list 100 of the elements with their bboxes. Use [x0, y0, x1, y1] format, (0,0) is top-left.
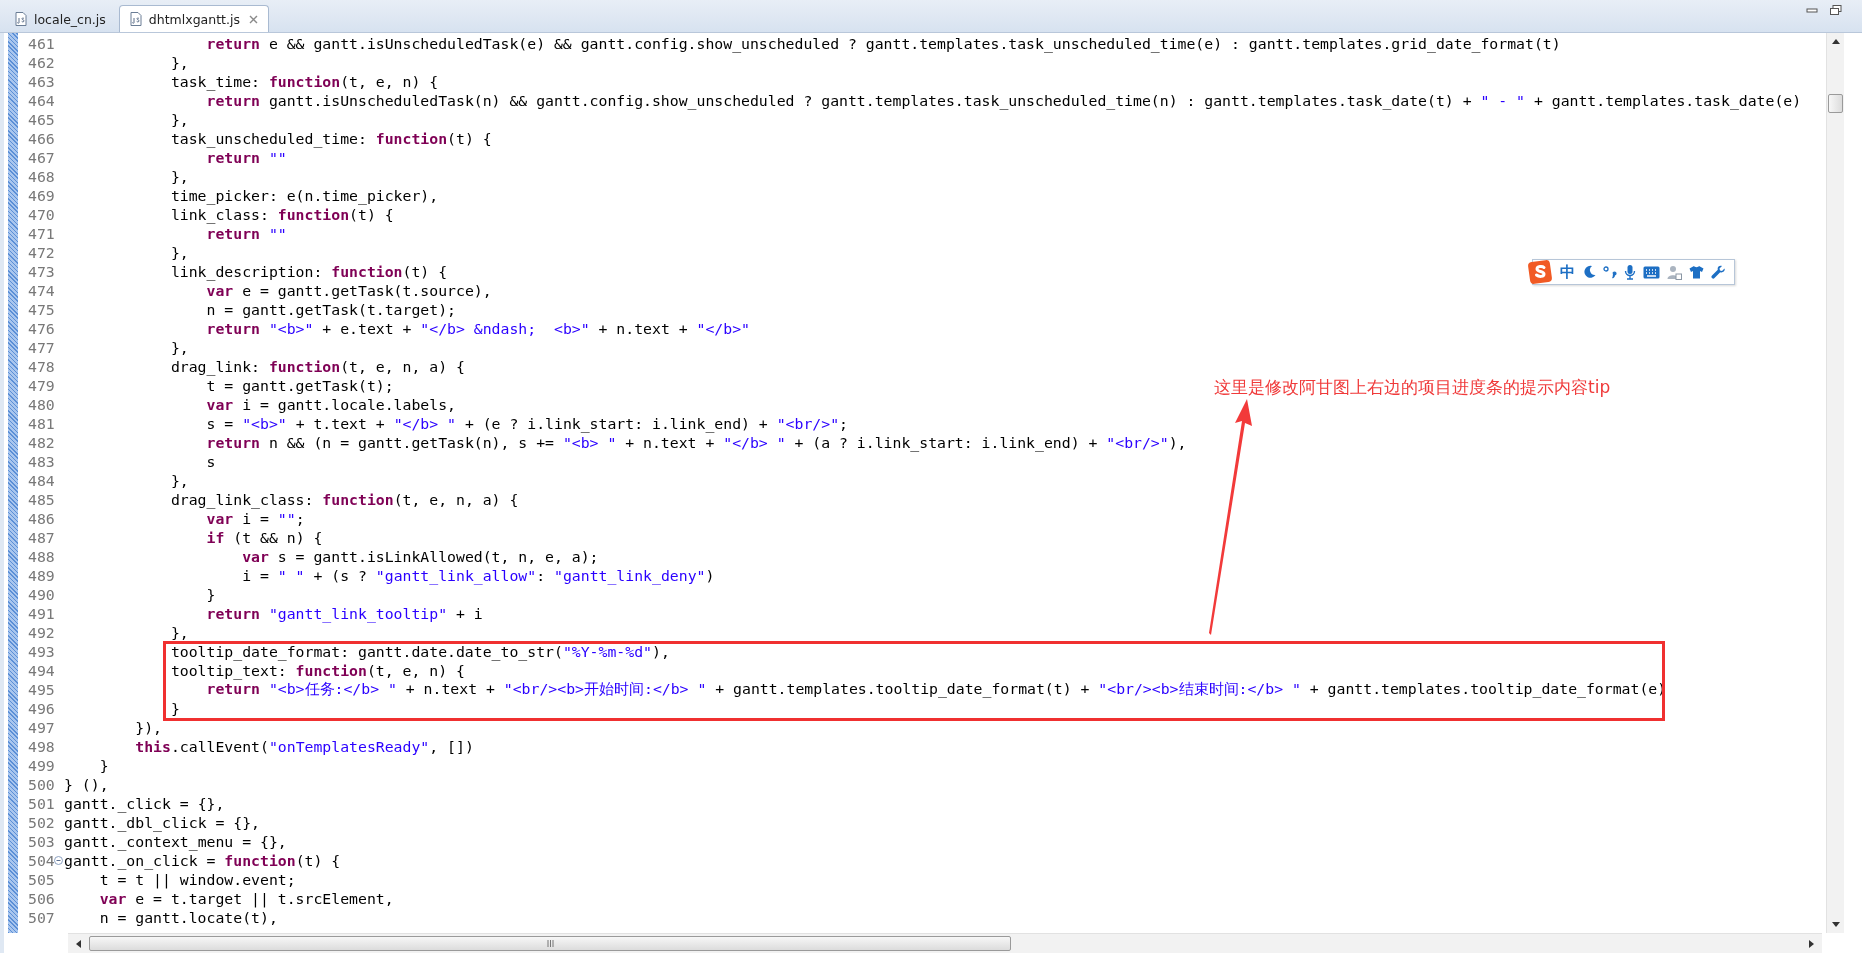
code-line: gantt._on_click = function(t) { — [64, 852, 341, 869]
horizontal-scrollbar[interactable] — [68, 933, 1822, 953]
collapse-icon[interactable] — [54, 856, 63, 865]
editor-tab[interactable]: locale_cn.js — [4, 5, 117, 32]
code-line: link_class: function(t) { — [170, 206, 394, 223]
code-line: var i = ""; — [206, 510, 305, 527]
code-line: n = gantt.locate(t), — [99, 909, 278, 926]
code-line: }, — [170, 339, 189, 356]
input-mode-toggle[interactable]: 中 — [1560, 262, 1575, 282]
code-line: task_time: function(t, e, n) { — [170, 73, 439, 90]
shirt-icon[interactable] — [1689, 265, 1704, 279]
line-number: 500 — [27, 776, 54, 793]
code-line: time_picker: e(n.time_picker), — [170, 187, 439, 204]
code-line: gantt._dbl_click = {}, — [64, 814, 260, 831]
code-line: gantt._click = {}, — [64, 795, 225, 812]
line-number: 464 — [27, 92, 54, 109]
code-line: link_description: function(t) { — [170, 263, 448, 280]
line-number: 487 — [27, 529, 54, 546]
line-number: 493 — [27, 643, 54, 660]
js-file-icon — [15, 12, 27, 26]
code-line: }, — [170, 472, 189, 489]
line-number: 498 — [27, 738, 54, 755]
code-line: }, — [170, 244, 189, 261]
grip-icon — [546, 940, 554, 947]
line-number: 471 — [27, 225, 54, 242]
line-number: 480 — [27, 396, 54, 413]
line-number: 466 — [27, 130, 54, 147]
line-number: 491 — [27, 605, 54, 622]
line-number: 467 — [27, 149, 54, 166]
code-line: if (t && n) { — [206, 529, 323, 546]
vertical-scrollbar[interactable] — [1826, 33, 1844, 933]
code-line: return gantt.isUnscheduledTask(n) && gantt.config.show_unscheduled ? gantt.templates.task_unscheduled_time(n) : gantt.templates.task_date(t) + " - " + gantt.templates.task_date(e) — [206, 92, 1802, 109]
code-line: }, — [170, 624, 189, 641]
code-line: drag_link_class: function(t, e, n, a) { — [170, 491, 519, 508]
code-line: var s = gantt.isLinkAllowed(t, n, e, a); — [242, 548, 599, 565]
line-number: 475 — [27, 301, 54, 318]
code-line: n = gantt.getTask(t.target); — [206, 301, 456, 318]
restore-icon[interactable] — [1830, 5, 1842, 15]
line-number: 478 — [27, 358, 54, 375]
line-number: 481 — [27, 415, 54, 432]
code-line: t = t || window.event; — [99, 871, 296, 888]
line-number: 485 — [27, 491, 54, 508]
microphone-icon[interactable] — [1624, 264, 1636, 280]
line-number: 470 — [27, 206, 54, 223]
line-number: 468 — [27, 168, 54, 185]
code-line: return "<b>" + e.text + "</b> &ndash; <b>" + n.text + "</b>" — [206, 320, 750, 337]
user-icon[interactable] — [1667, 264, 1682, 280]
code-line: } (), — [64, 776, 109, 793]
scroll-thumb[interactable] — [89, 936, 1011, 951]
code-line: i = " " + (s ? "gantt_link_allow": "gantt_link_deny") — [242, 567, 715, 584]
line-number: 469 — [27, 187, 54, 204]
line-number: 486 — [27, 510, 54, 527]
line-number: 488 — [27, 548, 54, 565]
code-line: return "<b>任务:</b> " + n.text + "<br/><b>开始时间:</b> " + gantt.templates.tooltip_date_format(t) + "<br/><b>结束时间:</b> " + gantt.templates.tooltip_date_format(e) — [206, 680, 1667, 699]
code-line: return "" — [206, 149, 287, 166]
line-number: 496 — [27, 700, 54, 717]
line-number: 461 — [27, 35, 54, 52]
line-number: 495 — [27, 681, 54, 698]
editor-tab[interactable]: dhtmlxgantt.js — [118, 5, 269, 32]
code-line: }, — [170, 54, 189, 71]
ime-logo-icon[interactable] — [1527, 259, 1553, 285]
line-number: 482 — [27, 434, 54, 451]
scroll-down-icon[interactable] — [1831, 922, 1840, 927]
code-line: task_unscheduled_time: function(t) { — [170, 130, 492, 147]
scroll-right-icon[interactable] — [1809, 939, 1814, 948]
scroll-up-icon[interactable] — [1831, 39, 1840, 44]
line-number: 497 — [27, 719, 54, 736]
line-number: 504 — [27, 852, 54, 869]
line-number: 501 — [27, 795, 54, 812]
punctuation-icon[interactable] — [1603, 265, 1617, 279]
line-number: 503 — [27, 833, 54, 850]
line-number: 505 — [27, 871, 54, 888]
code-line: }, — [170, 111, 189, 128]
code-line: return "" — [206, 225, 287, 242]
line-number: 473 — [27, 263, 54, 280]
code-line: } — [99, 757, 109, 774]
close-icon[interactable] — [248, 14, 258, 24]
minimize-icon[interactable] — [1806, 5, 1818, 15]
wrench-icon[interactable] — [1711, 264, 1726, 280]
keyboard-icon[interactable] — [1643, 265, 1660, 279]
line-number: 474 — [27, 282, 54, 299]
line-number: 477 — [27, 339, 54, 356]
line-number: 483 — [27, 453, 54, 470]
line-number: 479 — [27, 377, 54, 394]
line-number: 502 — [27, 814, 54, 831]
code-line: } — [170, 700, 180, 717]
line-number: 490 — [27, 586, 54, 603]
scroll-thumb[interactable] — [1828, 94, 1843, 113]
code-line: tooltip_text: function(t, e, n) { — [170, 662, 465, 679]
line-number: 492 — [27, 624, 54, 641]
scroll-left-icon[interactable] — [76, 939, 81, 948]
moon-icon[interactable] — [1582, 265, 1596, 279]
line-number: 499 — [27, 757, 54, 774]
line-number: 462 — [27, 54, 54, 71]
code-line: tooltip_date_format: gantt.date.date_to_str("%Y-%m-%d"), — [170, 643, 670, 660]
line-number: 463 — [27, 73, 54, 90]
line-number: 472 — [27, 244, 54, 261]
code-line: s = "<b>" + t.text + "</b> " + (e ? i.link_start: i.link_end) + "<br/>"; — [206, 415, 848, 432]
line-number: 507 — [27, 909, 54, 926]
code-line: } — [206, 586, 216, 603]
